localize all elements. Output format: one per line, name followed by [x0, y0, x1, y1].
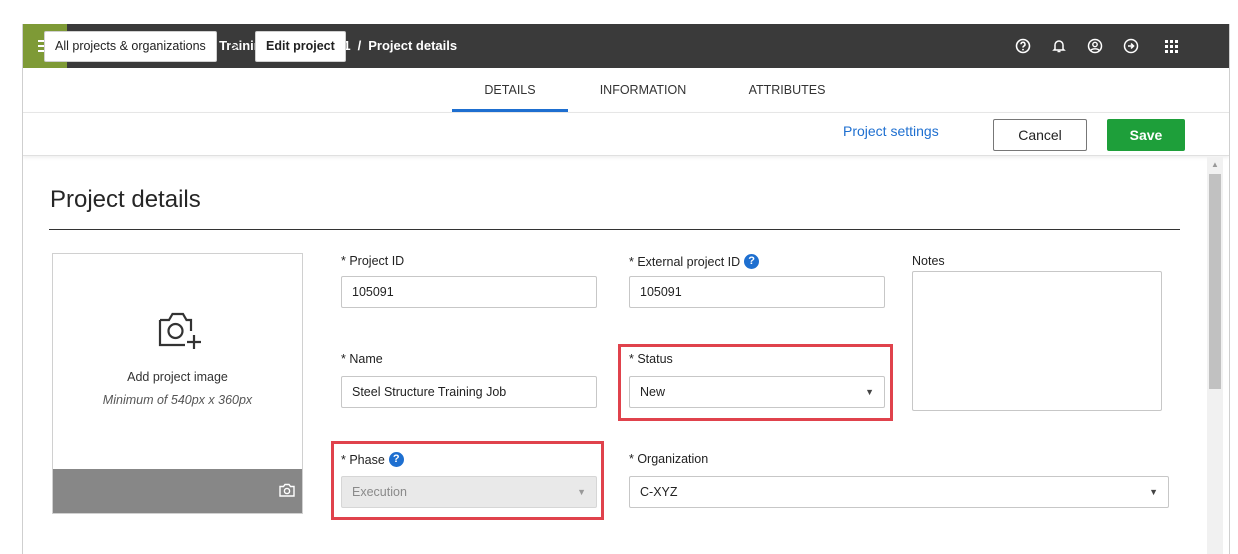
- cancel-button[interactable]: Cancel: [993, 119, 1087, 151]
- notes-textarea[interactable]: [912, 271, 1162, 411]
- phase-value: Execution: [352, 485, 407, 499]
- status-dropdown-caret-icon: ▼: [865, 387, 874, 397]
- save-button[interactable]: Save: [1107, 119, 1185, 151]
- breadcrumb-chevron-icon: >: [230, 38, 239, 54]
- add-image-label: Add project image: [127, 370, 228, 384]
- add-camera-icon: [158, 312, 201, 349]
- project-image-dropzone[interactable]: Add project image Minimum of 540px x 360…: [52, 253, 303, 514]
- header-separator: /: [357, 38, 362, 53]
- phase-select: Execution ▼: [341, 476, 597, 508]
- status-value: New: [640, 385, 666, 399]
- user-icon: [1087, 38, 1103, 54]
- apps-button[interactable]: [1153, 24, 1189, 68]
- project-id-label: * Project ID: [341, 254, 405, 268]
- tab-information[interactable]: INFORMATION: [585, 68, 701, 112]
- notes-label: Notes: [912, 254, 945, 268]
- organization-value: C-XYZ: [640, 485, 678, 499]
- external-id-help-icon[interactable]: ?: [744, 254, 760, 269]
- project-id-input[interactable]: 105091: [341, 276, 597, 308]
- logout-icon: [1123, 38, 1139, 54]
- tab-attributes[interactable]: ATTRIBUTES: [729, 68, 845, 112]
- project-settings-link[interactable]: Project settings: [843, 123, 939, 139]
- title-divider: [49, 229, 1180, 230]
- name-input[interactable]: Steel Structure Training Job: [341, 376, 597, 408]
- edit-project-crumb[interactable]: Edit project: [255, 31, 346, 62]
- tab-details[interactable]: DETAILS: [452, 68, 568, 112]
- image-size-hint: Minimum of 540px x 360px: [102, 393, 253, 407]
- organization-label: * Organization: [629, 452, 709, 466]
- notifications-button[interactable]: [1041, 24, 1077, 68]
- all-projects-link[interactable]: All projects & organizations: [44, 31, 217, 62]
- name-label: * Name: [341, 352, 383, 366]
- logout-button[interactable]: [1113, 24, 1149, 68]
- status-label: * Status: [629, 352, 673, 366]
- status-select[interactable]: New ▼: [629, 376, 885, 408]
- profile-button[interactable]: [1077, 24, 1113, 68]
- camera-icon[interactable]: [279, 483, 295, 497]
- external-id-input[interactable]: 105091: [629, 276, 885, 308]
- scrollbar-thumb[interactable]: [1209, 174, 1221, 389]
- header-page: Project details: [368, 38, 458, 53]
- organization-select[interactable]: C-XYZ ▼: [629, 476, 1169, 508]
- help-icon: [1015, 38, 1031, 54]
- phase-dropdown-caret-icon: ▼: [577, 487, 586, 497]
- bell-icon: [1052, 40, 1066, 53]
- apps-grid-icon: [1164, 39, 1178, 53]
- help-button[interactable]: [1005, 24, 1041, 68]
- scroll-up-arrow-icon[interactable]: ▲: [1209, 159, 1221, 169]
- action-bar: Project settings Cancel Save: [23, 112, 1229, 156]
- image-footer-bar: [53, 469, 302, 513]
- external-id-label: * External project ID?: [629, 254, 760, 269]
- organization-dropdown-caret-icon: ▼: [1149, 487, 1158, 497]
- page-title: Project details: [50, 186, 201, 213]
- phase-label: * Phase?: [341, 452, 404, 467]
- phase-help-icon[interactable]: ?: [388, 452, 404, 467]
- app-window: Steel Structure Training Job | 105091/Pr…: [22, 24, 1230, 554]
